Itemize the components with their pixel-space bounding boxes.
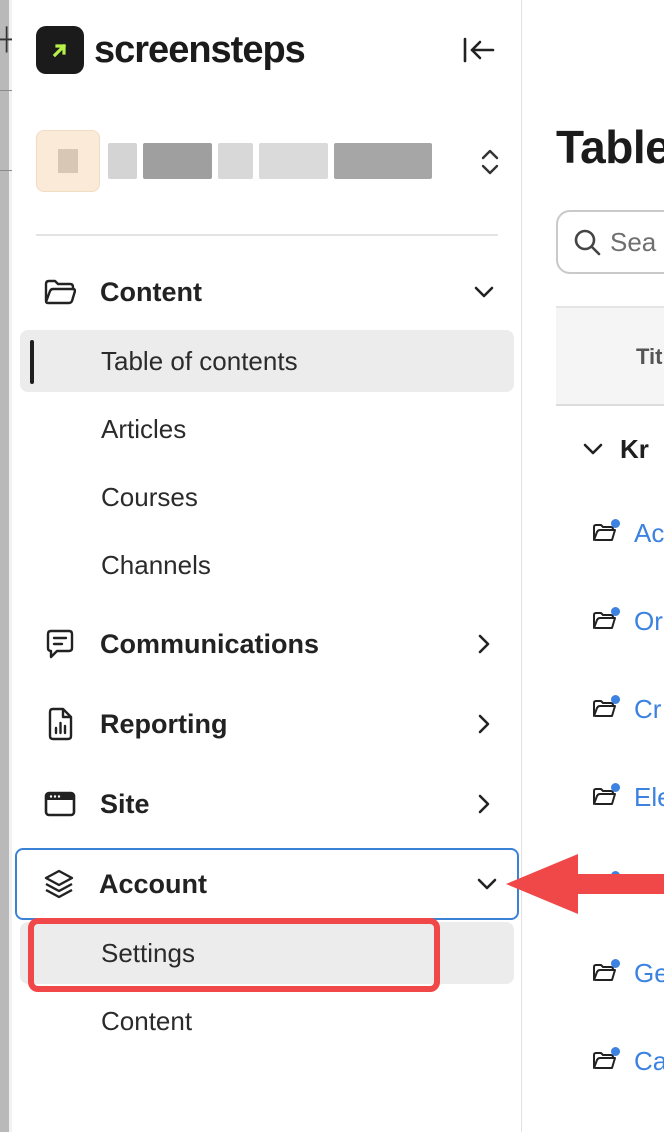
sidebar-divider: [36, 234, 498, 236]
table-header: Tit: [556, 306, 664, 406]
brand[interactable]: screensteps: [36, 26, 306, 74]
chevron-right-icon: [470, 630, 498, 658]
sidebar-item-label: Articles: [101, 413, 187, 444]
nav-section-reporting[interactable]: Reporting: [20, 692, 514, 756]
nav-section-label: Content: [100, 276, 202, 307]
browser-icon: [44, 788, 76, 820]
toc-row-link[interactable]: Ele: [634, 782, 664, 813]
toc-row-link[interactable]: Ge: [634, 958, 664, 989]
nav-section-site[interactable]: Site: [20, 772, 514, 836]
active-indicator: [30, 340, 34, 384]
folder-icon: [44, 276, 76, 308]
folder-dot-icon: [590, 959, 620, 987]
toc-row[interactable]: Ge: [556, 948, 664, 998]
search-icon: [572, 227, 602, 257]
folder-dot-icon: [590, 1047, 620, 1075]
brand-name: screensteps: [94, 28, 306, 71]
chat-icon: [44, 628, 76, 660]
sidebar-item-account-content[interactable]: Content: [20, 990, 514, 1052]
main-content: Table Tit Kr Ac Or: [523, 0, 664, 1132]
gutter-divider: [0, 170, 12, 171]
toc-group-label: Kr: [620, 433, 649, 464]
toc-row[interactable]: Ca: [556, 1036, 664, 1086]
folder-dot-icon: [590, 519, 620, 547]
toc-group-row[interactable]: Kr: [556, 424, 664, 474]
sidebar-item-label: Content: [101, 1005, 193, 1036]
nav-section-label: Account: [99, 868, 207, 899]
folder-dot-icon: [590, 695, 620, 723]
chevron-down-icon: [470, 278, 498, 306]
toc-row-link[interactable]: Ac: [634, 518, 664, 549]
sidebar-item-label: Channels: [101, 549, 211, 580]
toc-row[interactable]: Ac: [556, 508, 664, 558]
search-field[interactable]: [556, 210, 664, 274]
organization-switcher[interactable]: [36, 130, 502, 192]
chevron-down-icon: [473, 870, 501, 898]
chevron-up-down-icon[interactable]: [478, 146, 502, 178]
sidebar-item-label: Table of contents: [101, 345, 298, 376]
sidebar-item-articles[interactable]: Articles: [20, 398, 514, 460]
toc-row[interactable]: Cr: [556, 684, 664, 734]
nav-section-label: Site: [100, 788, 150, 819]
toc-row-link[interactable]: Ca: [634, 1046, 664, 1077]
page-title: Table: [556, 121, 664, 173]
layers-icon: [43, 868, 75, 900]
nav-section-account[interactable]: Account: [15, 848, 519, 920]
nav-section-label: Communications: [100, 628, 320, 659]
chevron-right-icon: [470, 710, 498, 738]
sidebar-item-channels[interactable]: Channels: [20, 534, 514, 596]
sidebar-item-courses[interactable]: Courses: [20, 466, 514, 528]
chevron-right-icon: [470, 790, 498, 818]
sidebar-item-label: Courses: [101, 481, 198, 512]
sidebar: screensteps Content Table of contents Ar…: [12, 0, 522, 1132]
toc-row[interactable]: Or: [556, 596, 664, 646]
collapse-sidebar-icon: [463, 37, 495, 63]
folder-dot-icon: [590, 607, 620, 635]
toc-row-link[interactable]: Or: [634, 606, 663, 637]
sidebar-item-table-of-contents[interactable]: Table of contents: [20, 330, 514, 392]
search-input[interactable]: [610, 226, 664, 258]
nav-section-communications[interactable]: Communications: [20, 612, 514, 676]
annotation-highlight-box: [28, 918, 440, 992]
annotation-arrow-icon: [506, 854, 664, 914]
toc-row[interactable]: Ele: [556, 772, 664, 822]
screensteps-logo-icon: [36, 26, 84, 74]
nav-section-label: Reporting: [100, 708, 228, 739]
folder-dot-icon: [590, 783, 620, 811]
toc-row-link[interactable]: Cr: [634, 694, 661, 725]
report-icon: [44, 707, 76, 741]
organization-name-redacted: [108, 141, 438, 181]
nav-section-content[interactable]: Content: [20, 260, 514, 324]
collapse-sidebar-button[interactable]: [461, 34, 497, 66]
column-header-title[interactable]: Tit: [636, 344, 662, 370]
organization-avatar: [36, 130, 100, 192]
chevron-down-icon[interactable]: [580, 436, 606, 462]
gutter-divider: [0, 90, 12, 91]
